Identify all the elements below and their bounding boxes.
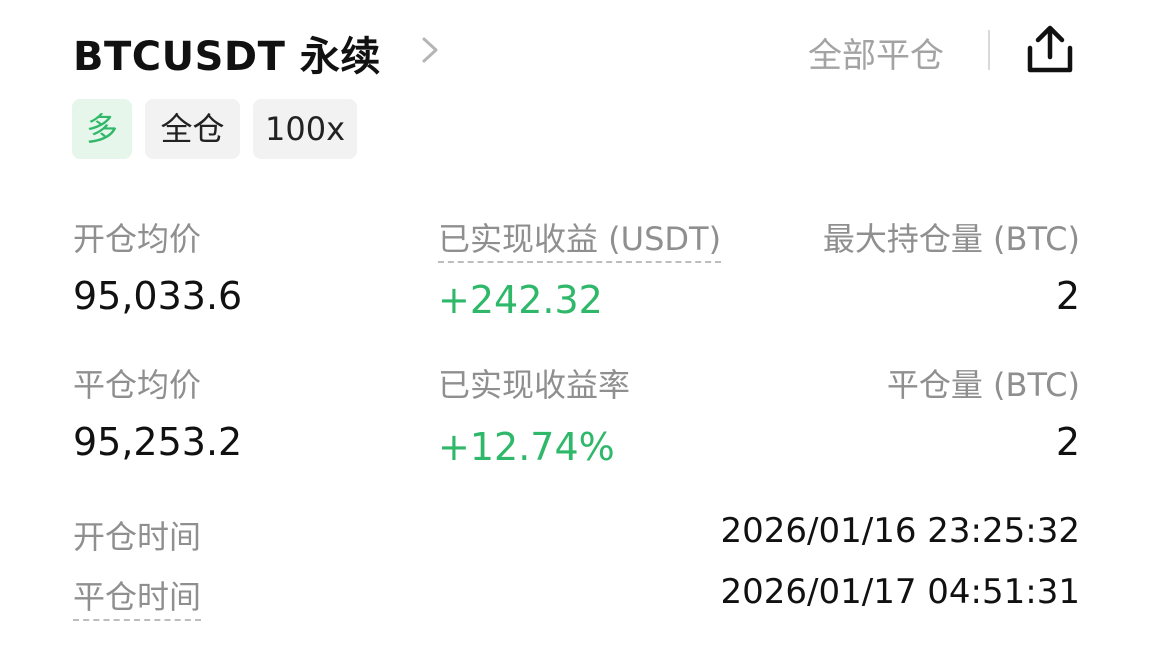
close-all-button[interactable]: 全部平仓 xyxy=(808,28,944,77)
max-position-label: 最大持仓量 (BTC) xyxy=(822,220,1080,258)
close-time-value: 2026/01/17 04:51:31 xyxy=(720,572,1080,612)
share-icon[interactable] xyxy=(1026,24,1074,74)
realized-pnl-value: +242.32 xyxy=(438,278,603,322)
side-badge: 多 xyxy=(72,99,132,159)
margin-mode-badge: 全仓 xyxy=(145,99,240,159)
realized-pnl-label[interactable]: 已实现收益 (USDT) xyxy=(438,214,722,263)
close-avg-price-label: 平仓均价 xyxy=(73,366,202,404)
close-qty-label: 平仓量 (BTC) xyxy=(886,366,1080,404)
header-divider xyxy=(988,30,990,70)
page-title: BTCUSDT 永续 xyxy=(73,34,381,80)
close-time-label[interactable]: 平仓时间 xyxy=(73,572,202,621)
leverage-badge: 100x xyxy=(253,99,357,159)
open-time-label: 开仓时间 xyxy=(73,518,202,556)
close-avg-price-value: 95,253.2 xyxy=(73,420,243,464)
realized-pnl-rate-value: +12.74% xyxy=(438,425,615,469)
open-avg-price-label: 开仓均价 xyxy=(73,220,202,258)
open-time-value: 2026/01/16 23:25:32 xyxy=(720,511,1080,551)
close-qty-value: 2 xyxy=(1055,420,1080,464)
max-position-value: 2 xyxy=(1055,274,1080,318)
chevron-right-icon[interactable] xyxy=(418,36,442,64)
open-avg-price-value: 95,033.6 xyxy=(73,274,243,318)
realized-pnl-rate-label: 已实现收益率 xyxy=(438,366,631,404)
